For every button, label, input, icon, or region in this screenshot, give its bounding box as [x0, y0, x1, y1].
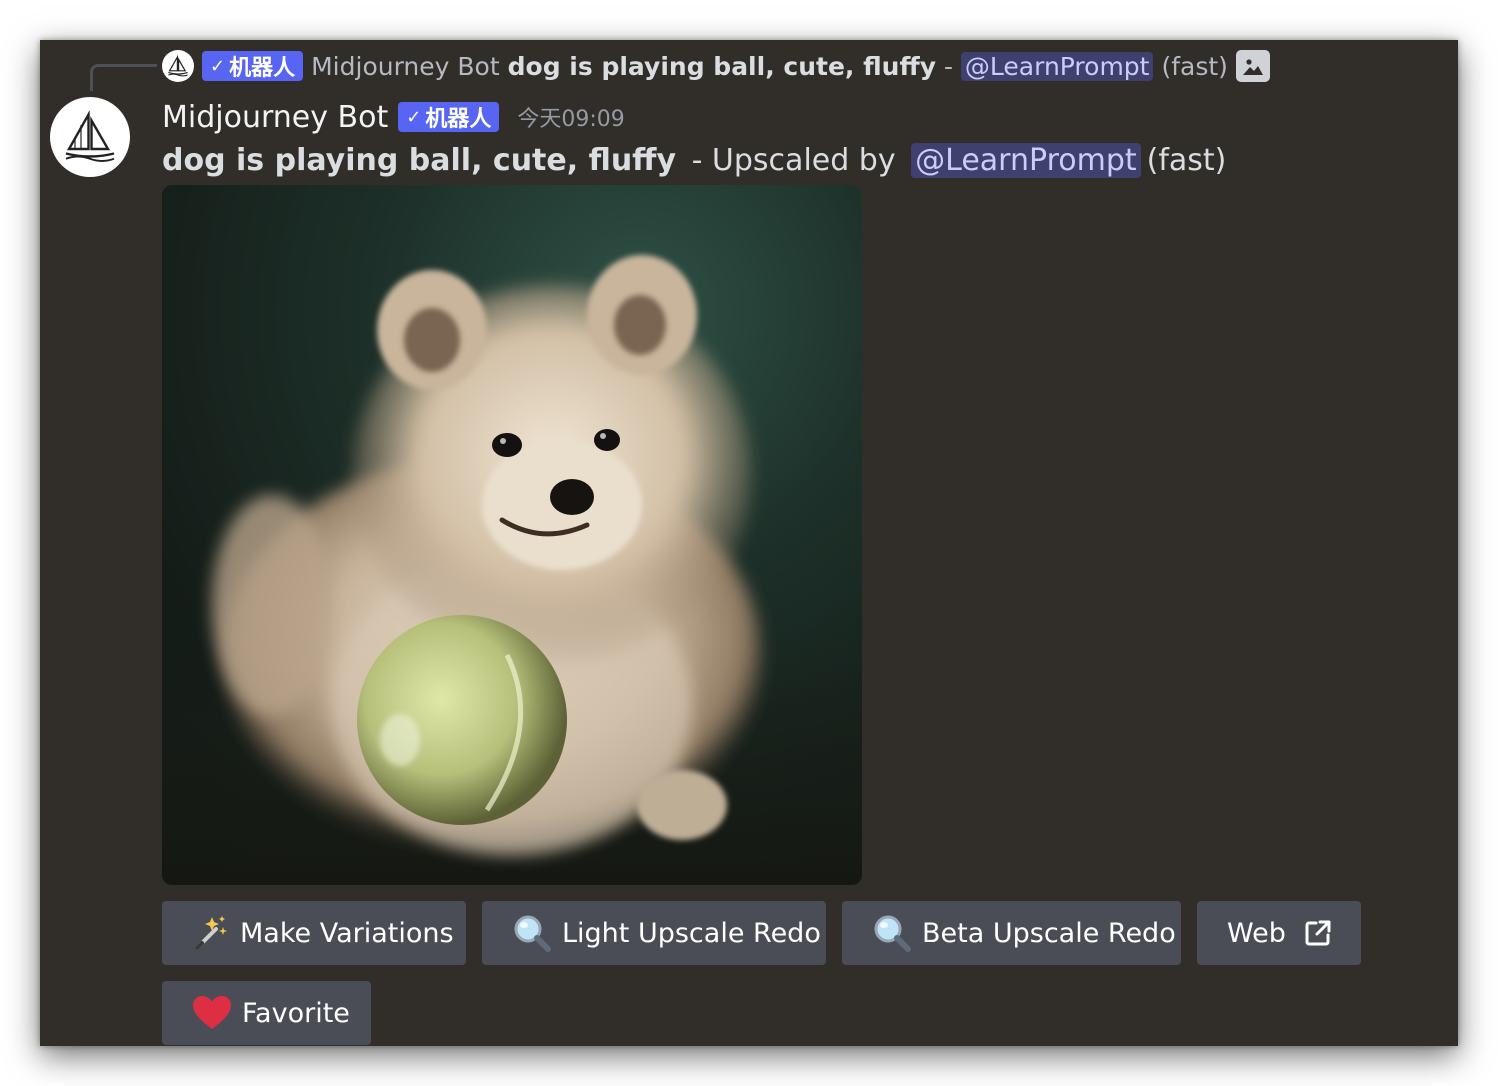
light-upscale-redo-button[interactable]: Light Upscale Redo: [482, 901, 826, 965]
reply-spine: [90, 64, 157, 91]
sailboat-icon: [65, 109, 115, 162]
favorite-button[interactable]: Favorite: [162, 981, 371, 1045]
reply-speed: (fast): [1161, 51, 1228, 81]
light-upscale-redo-label: Light Upscale Redo: [562, 917, 821, 949]
reply-mention[interactable]: @LearnPrompt: [960, 51, 1154, 81]
bot-badge-label: 机器人: [229, 56, 296, 81]
magic-wand-icon: [192, 914, 230, 952]
upscaled-by-text: - Upscaled by: [682, 142, 906, 178]
bot-badge-label: 机器人: [425, 107, 492, 132]
make-variations-label: Make Variations: [240, 917, 454, 949]
reply-separator: -: [936, 51, 961, 81]
username[interactable]: Midjourney Bot: [162, 100, 388, 135]
make-variations-button[interactable]: Make Variations: [162, 901, 466, 965]
message-speed: (fast): [1146, 142, 1227, 178]
generated-image[interactable]: [162, 185, 862, 885]
reply-avatar[interactable]: [162, 50, 194, 82]
reply-prompt[interactable]: dog is playing ball, cute, fluffy: [508, 52, 936, 81]
verified-check-icon: ✓: [406, 106, 422, 128]
heart-icon: [192, 995, 232, 1031]
web-label: Web: [1227, 917, 1286, 949]
reply-author[interactable]: Midjourney Bot: [311, 52, 500, 81]
bot-badge: ✓ 机器人: [398, 102, 500, 132]
avatar[interactable]: [50, 97, 130, 177]
favorite-label: Favorite: [242, 997, 350, 1029]
dog-illustration: [162, 255, 862, 885]
image-icon[interactable]: [1235, 50, 1270, 82]
magnifier-icon: [512, 913, 552, 953]
message-mention[interactable]: @LearnPrompt: [911, 142, 1141, 178]
magnifier-icon: [872, 913, 912, 953]
verified-check-icon: ✓: [210, 55, 226, 77]
beta-upscale-redo-label: Beta Upscale Redo: [922, 917, 1176, 949]
message-window: ✓ 机器人 Midjourney Bot dog is playing ball…: [40, 40, 1458, 1046]
timestamp[interactable]: 今天09:09: [517, 101, 624, 133]
reply-reference[interactable]: ✓ 机器人 Midjourney Bot dog is playing ball…: [162, 48, 1270, 84]
message-content: dog is playing ball, cute, fluffy - Upsc…: [162, 140, 1226, 180]
message-header: Midjourney Bot ✓ 机器人 今天09:09: [162, 95, 625, 139]
sailboat-icon: [168, 54, 188, 77]
bot-badge: ✓ 机器人: [202, 51, 304, 81]
web-link-button[interactable]: Web: [1197, 901, 1361, 965]
message-prompt: dog is playing ball, cute, fluffy: [162, 142, 677, 178]
beta-upscale-redo-button[interactable]: Beta Upscale Redo: [842, 901, 1181, 965]
external-link-icon: [1304, 919, 1332, 947]
